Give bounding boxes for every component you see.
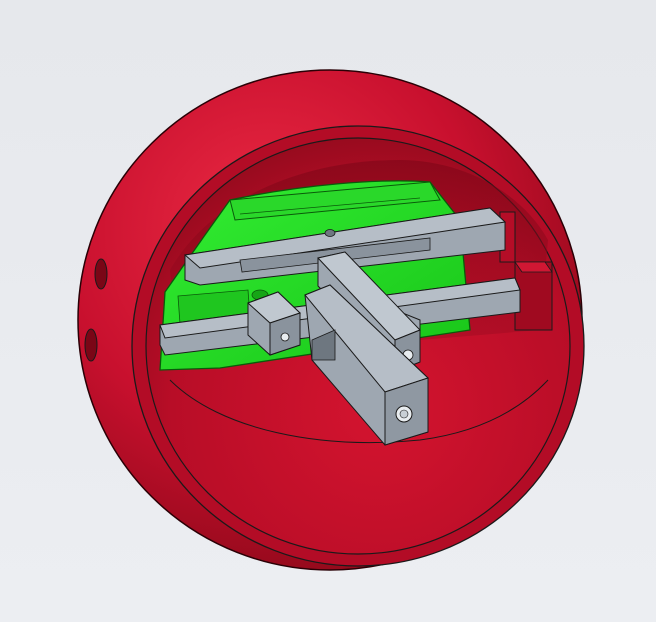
cad-model-render (77, 69, 585, 571)
cad-viewport[interactable] (0, 0, 656, 622)
shell-hole-upper (94, 258, 108, 290)
shell-hole-lower (84, 328, 98, 362)
